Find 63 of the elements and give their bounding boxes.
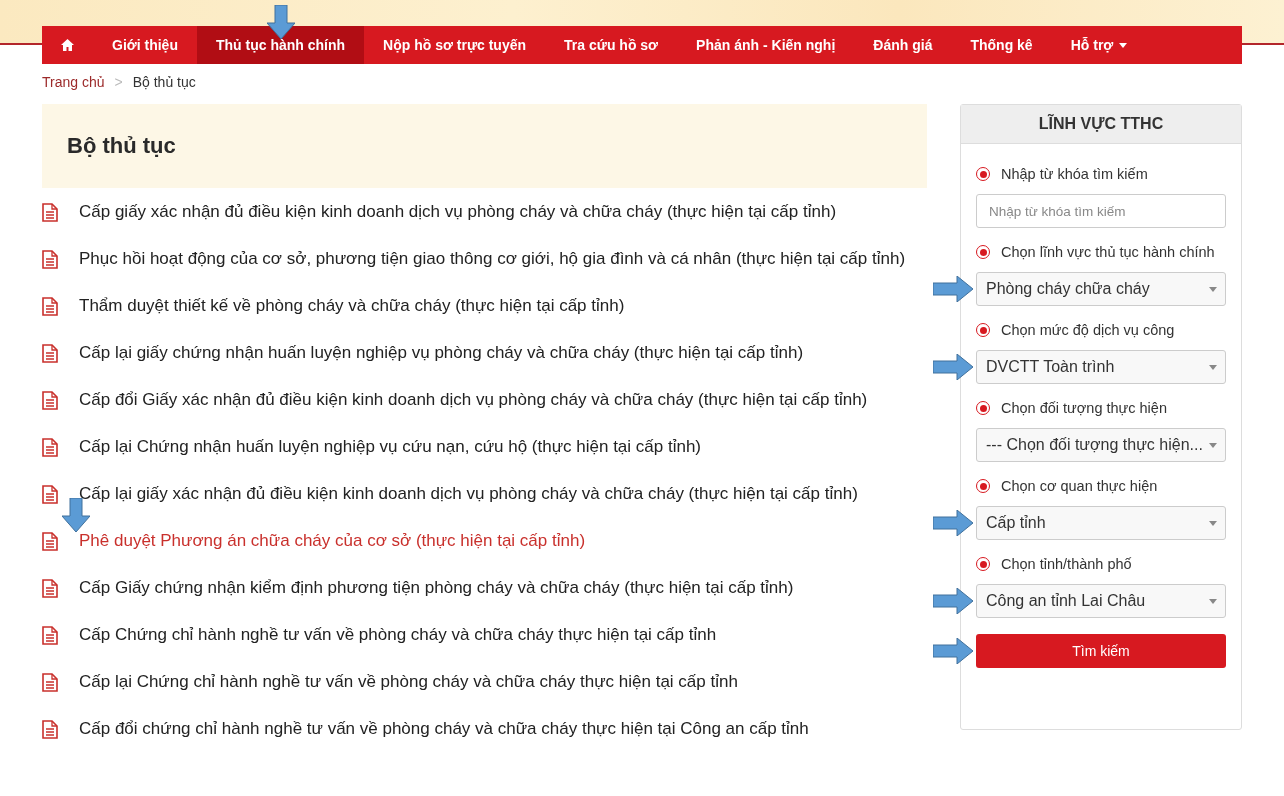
document-icon xyxy=(42,297,58,316)
procedure-link[interactable]: Phê duyệt Phương án chữa cháy của cơ sở (thực hiện tại cấp tỉnh) xyxy=(79,528,586,554)
field-label: Nhập từ khóa tìm kiếm xyxy=(1001,166,1148,182)
document-icon xyxy=(42,673,58,692)
caret-icon xyxy=(1119,42,1128,48)
document-icon xyxy=(42,391,58,410)
field-label: Chọn mức độ dịch vụ công xyxy=(1001,322,1175,338)
panel-title: LĨNH VỰC TTHC xyxy=(1038,115,1164,133)
caret-icon xyxy=(1209,364,1217,370)
field-label: Chọn lĩnh vực thủ tục hành chính xyxy=(1001,244,1215,260)
procedure-link[interactable]: Cấp lại Chứng chỉ hành nghề tư vấn về phòng cháy và chữa cháy thực hiện tại cấp tỉnh xyxy=(79,669,738,695)
annotation-arrow-icon xyxy=(933,588,973,614)
breadcrumb-current: Bộ thủ tục xyxy=(132,74,196,90)
field-label: Chọn cơ quan thực hiện xyxy=(1001,478,1158,494)
nav-tab[interactable]: Thống kê xyxy=(951,26,1052,64)
procedure-link[interactable]: Phục hồi hoạt động của cơ sở, phương tiện giao thông cơ giới, hộ gia đình và cá nhân (thực hiện tại cấp tỉnh) xyxy=(79,246,906,272)
document-icon xyxy=(42,579,58,598)
nav-tab[interactable]: Phản ánh - Kiến nghị xyxy=(677,26,855,64)
document-icon xyxy=(42,344,58,363)
annotation-arrow-icon xyxy=(933,276,973,302)
document-icon xyxy=(42,438,58,457)
document-icon xyxy=(42,250,58,269)
annotation-arrow-icon xyxy=(933,354,973,380)
nav-tab[interactable]: Giới thiệu xyxy=(93,26,197,64)
procedure-link[interactable]: Cấp đổi Giấy xác nhận đủ điều kiện kinh doanh dịch vụ phòng cháy và chữa cháy (thực hiện tại cấp tỉnh) xyxy=(79,387,868,413)
procedure-link[interactable]: Cấp lại Chứng nhận huấn luyện nghiệp vụ cứu nạn, cứu hộ (thực hiện tại cấp tỉnh) xyxy=(79,434,702,460)
procedure-link[interactable]: Cấp Chứng chỉ hành nghề tư vấn về phòng cháy và chữa cháy thực hiện tại cấp tỉnh xyxy=(79,622,717,648)
caret-icon xyxy=(1209,598,1217,604)
procedure-link[interactable]: Thẩm duyệt thiết kế về phòng cháy và chữa cháy (thực hiện tại cấp tỉnh) xyxy=(79,293,625,319)
document-icon xyxy=(42,626,58,645)
dropdown[interactable]: DVCTT Toàn trình xyxy=(976,350,1226,384)
document-icon xyxy=(42,720,58,739)
annotation-arrow-icon xyxy=(266,5,295,39)
dropdown[interactable]: Phòng cháy chữa cháy xyxy=(976,272,1226,306)
annotation-arrow-icon xyxy=(933,638,973,664)
caret-icon xyxy=(1209,442,1217,448)
document-icon xyxy=(42,485,58,504)
search-field[interactable]: Nhập từ khóa tìm kiếm xyxy=(976,194,1226,228)
nav-tab[interactable]: Hỗ trợ xyxy=(1051,26,1147,64)
document-icon xyxy=(42,203,58,222)
breadcrumb-link[interactable]: Trang chủ xyxy=(42,74,105,90)
home-icon xyxy=(61,39,74,51)
caret-icon xyxy=(1209,520,1217,526)
breadcrumb-separator: > xyxy=(114,74,123,90)
procedure-link[interactable]: Cấp giấy xác nhận đủ điều kiện kinh doanh dịch vụ phòng cháy và chữa cháy (thực hiện tại cấp tỉnh) xyxy=(79,199,837,225)
page-title: Bộ thủ tục xyxy=(67,133,176,159)
document-icon xyxy=(42,532,58,551)
procedure-link[interactable]: Cấp Giấy chứng nhận kiểm định phương tiện phòng cháy và chữa cháy (thực hiện tại cấp tỉnh) xyxy=(79,575,794,601)
procedure-link[interactable]: Cấp đổi chứng chỉ hành nghề tư vấn về phòng cháy và chữa cháy thực hiện tại Công an cấp tỉnh xyxy=(79,716,809,742)
search-button[interactable]: Tìm kiếm xyxy=(976,634,1226,668)
dropdown[interactable]: Cấp tỉnh xyxy=(976,506,1226,540)
annotation-arrow-icon xyxy=(933,510,973,536)
caret-icon xyxy=(1209,286,1217,292)
nav-tab[interactable]: Tra cứu hồ sơ xyxy=(545,26,678,64)
nav-tab[interactable]: Thủ tục hành chính xyxy=(196,26,365,64)
procedure-link[interactable]: Cấp lại giấy chứng nhận huấn luyện nghiệp vụ phòng cháy và chữa cháy (thực hiện tại cấp tỉnh) xyxy=(79,340,804,366)
field-label: Chọn đối tượng thực hiện xyxy=(1001,400,1167,416)
nav-tab[interactable]: Đánh giá xyxy=(854,26,952,64)
dropdown[interactable]: Công an tỉnh Lai Châu xyxy=(976,584,1226,618)
procedure-link[interactable]: Cấp lại giấy xác nhận đủ điều kiện kinh doanh dịch vụ phòng cháy và chữa cháy (thực hiện tại cấp tỉnh) xyxy=(79,481,858,507)
nav-tab[interactable]: Nộp hồ sơ trực tuyến xyxy=(364,26,546,64)
dropdown[interactable]: --- Chọn đối tượng thực hiện... xyxy=(976,428,1226,462)
field-label: Chọn tỉnh/thành phố xyxy=(1001,556,1132,572)
